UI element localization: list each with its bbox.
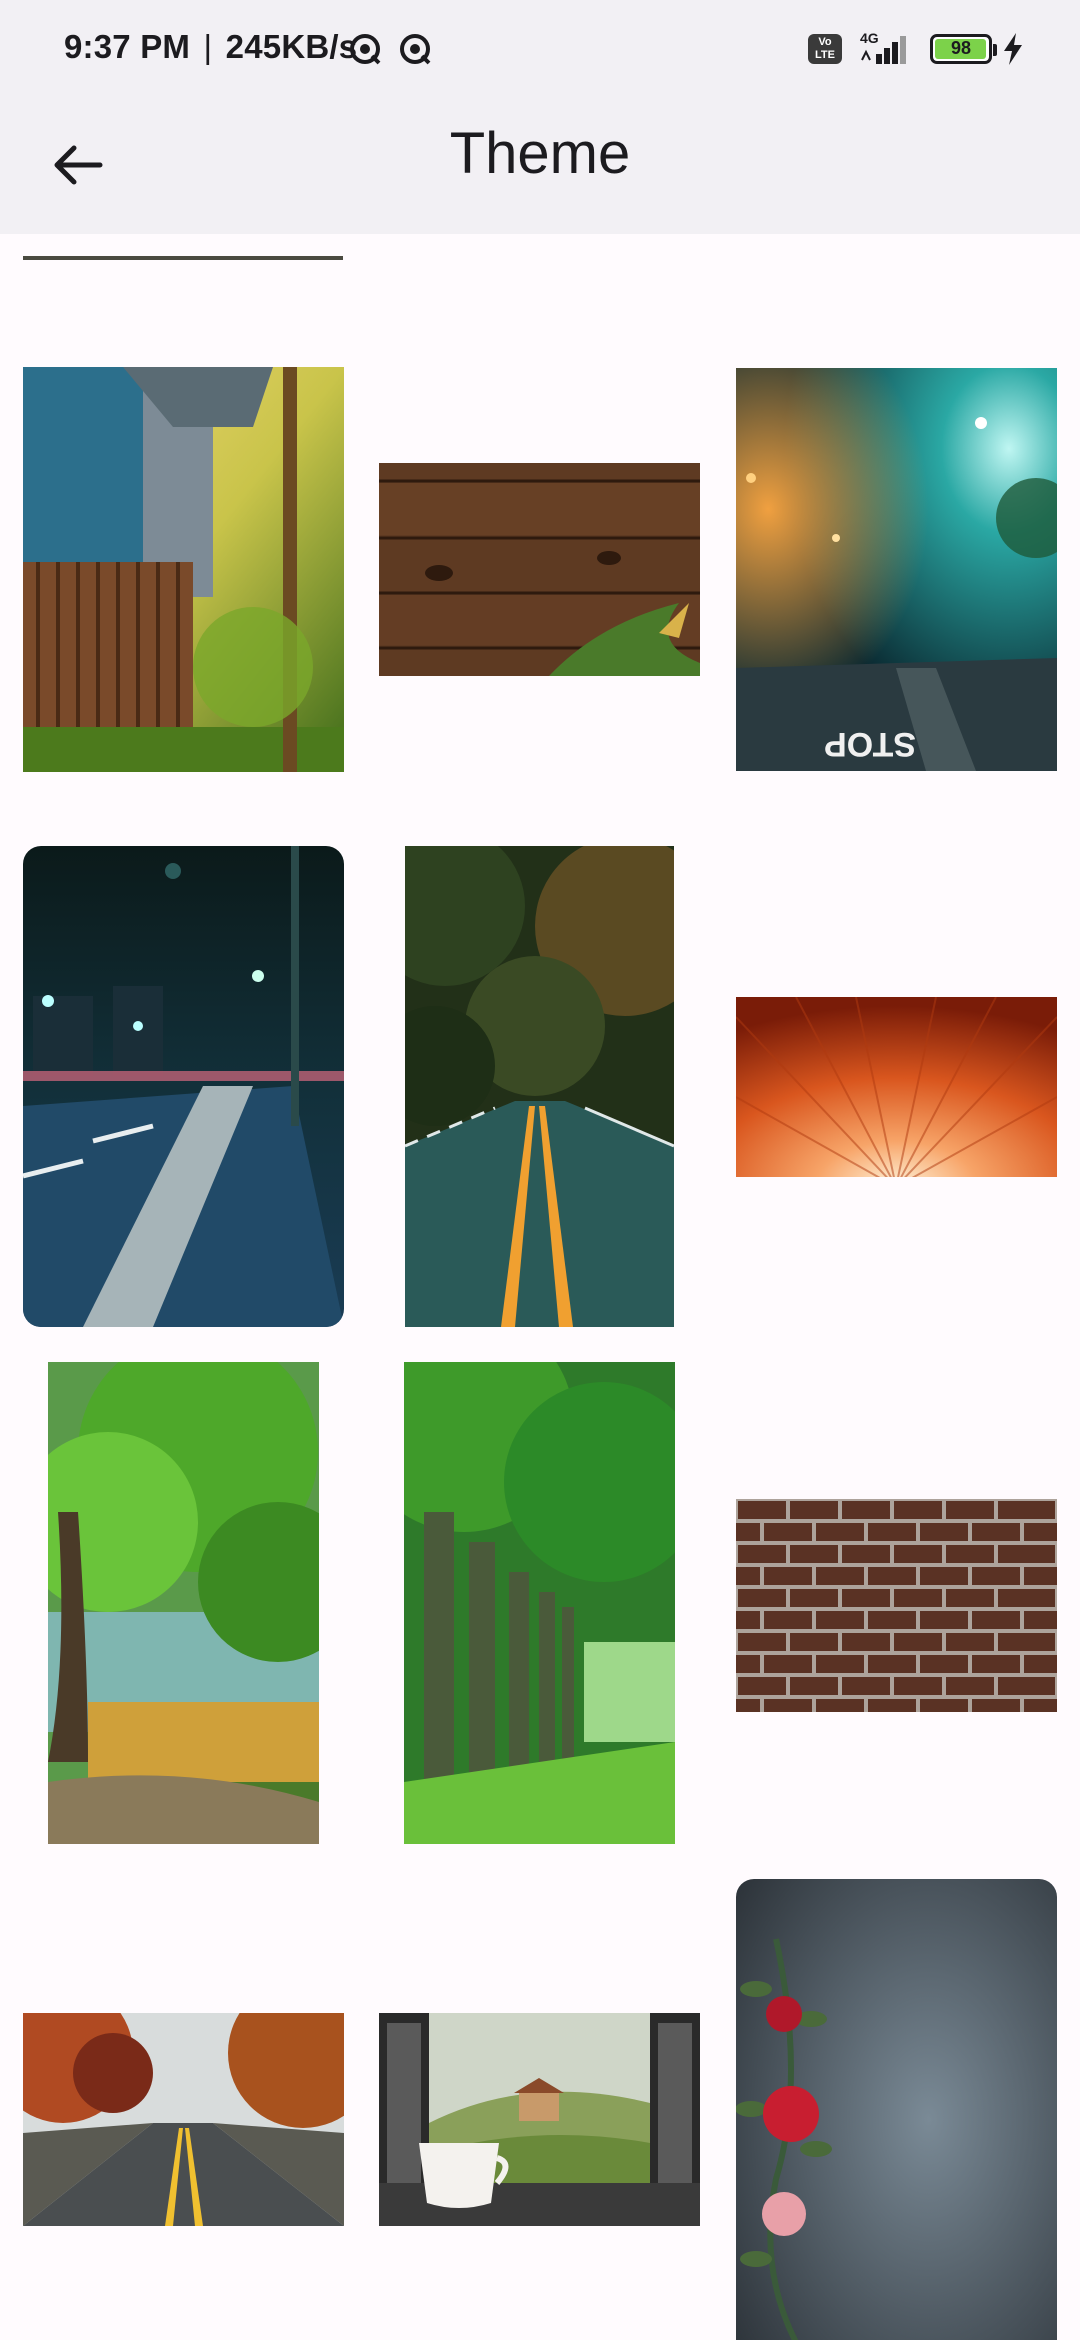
theme-item-wood-plank[interactable]	[379, 463, 700, 676]
svg-text:STOP: STOP	[824, 725, 916, 763]
notification-app-icon-2	[400, 34, 431, 65]
theme-grid: STOP	[0, 234, 1080, 2340]
status-bar: 9:37 PM | 245KB/s Vo LTE 4G 98	[0, 0, 1080, 96]
status-time-and-speed: 9:37 PM | 245KB/s	[64, 28, 357, 66]
theme-item-night-city-road[interactable]	[23, 846, 344, 1327]
theme-item-forest-road[interactable]	[405, 846, 674, 1327]
theme-item-wooden-house[interactable]	[23, 367, 344, 772]
battery-percent: 98	[950, 38, 972, 58]
theme-item-top-cut[interactable]	[23, 256, 343, 260]
theme-item-brick-wall[interactable]	[736, 1499, 1057, 1712]
theme-item-orange-sunburst[interactable]	[736, 997, 1057, 1177]
theme-item-dark-wall-roses[interactable]	[736, 1879, 1057, 2340]
battery-icon: 98	[930, 34, 997, 64]
theme-item-window-coffee[interactable]	[379, 2013, 700, 2226]
signal-icon	[861, 36, 906, 64]
theme-item-night-street[interactable]: STOP	[736, 368, 1057, 771]
theme-item-green-tree-meadow[interactable]	[48, 1362, 319, 1844]
network-speed: 245KB/s	[225, 28, 358, 65]
charging-icon	[1004, 33, 1022, 65]
status-time: 9:37 PM	[64, 28, 191, 65]
volte-icon: Vo LTE	[808, 34, 842, 64]
status-separator: |	[203, 28, 213, 65]
app-bar: Theme	[0, 96, 1080, 234]
theme-item-autumn-road[interactable]	[23, 2013, 344, 2226]
notification-app-icon	[350, 34, 381, 65]
theme-item-green-tree-tunnel[interactable]	[404, 1362, 675, 1844]
page-title: Theme	[449, 121, 631, 186]
